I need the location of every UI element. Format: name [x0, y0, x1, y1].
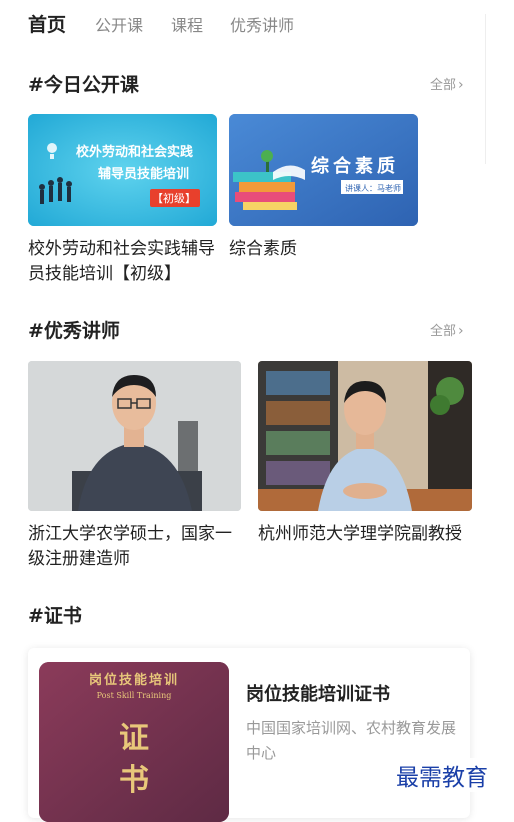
- certificate-cover-art: 岗位技能培训 Post Skill Training 证 书: [39, 662, 229, 822]
- teacher-photo-1[interactable]: [28, 361, 241, 511]
- thumb-badge: 【初级】: [152, 191, 196, 205]
- cover-char2: 书: [119, 763, 149, 798]
- section-title-teachers: #优秀讲师: [28, 320, 120, 342]
- thumb-lecturer: 讲课人：马老师: [345, 183, 401, 193]
- teacher-portrait-illustration: [258, 361, 472, 511]
- watermark-logo: 最需教育: [392, 758, 492, 792]
- thumb-title: 综合素质: [311, 155, 399, 177]
- more-label: 全部: [430, 78, 457, 93]
- certificate-cover: 岗位技能培训 Post Skill Training 证 书: [39, 662, 229, 822]
- certificate-card[interactable]: 岗位技能培训 Post Skill Training 证 书 岗位技能培训证书 …: [28, 648, 470, 822]
- open-courses-more-link[interactable]: 全部 ›: [430, 74, 464, 93]
- chevron-right-icon: ›: [458, 77, 464, 93]
- thumb-line2: 辅导员技能培训: [98, 166, 189, 182]
- tab-open-courses[interactable]: 公开课: [95, 12, 143, 36]
- divider: [485, 14, 486, 164]
- tab-home[interactable]: 首页: [28, 10, 66, 37]
- teacher-desc-2[interactable]: 杭州师范大学理学院副教授: [258, 522, 473, 547]
- more-label: 全部: [430, 324, 457, 339]
- course-thumbnail-practice[interactable]: 校外劳动和社会实践 辅导员技能培训 【初级】: [28, 114, 217, 226]
- section-title-certificates: #证书: [28, 605, 82, 627]
- teacher-portrait-illustration: [28, 361, 241, 511]
- tab-courses[interactable]: 课程: [171, 12, 203, 36]
- certificate-name: 岗位技能培训证书: [246, 684, 390, 705]
- course-thumbnail-art: 综合素质 讲课人：马老师: [229, 114, 418, 226]
- cover-title: 岗位技能培训: [89, 672, 179, 688]
- teacher-desc-1[interactable]: 浙江大学农学硕士，国家一级注册建造师: [28, 522, 243, 572]
- section-title-open-courses: #今日公开课: [28, 74, 139, 96]
- tab-teachers[interactable]: 优秀讲师: [230, 12, 294, 36]
- course-thumbnail-art: 校外劳动和社会实践 辅导员技能培训 【初级】: [28, 114, 217, 226]
- course-thumbnail-quality[interactable]: 综合素质 讲课人：马老师: [229, 114, 418, 226]
- teacher-photo-2[interactable]: [258, 361, 472, 511]
- cover-subtitle: Post Skill Training: [97, 691, 172, 700]
- thumb-line1: 校外劳动和社会实践: [76, 144, 193, 160]
- chevron-right-icon: ›: [458, 323, 464, 339]
- course-title-practice[interactable]: 校外劳动和社会实践辅导员技能培训【初级】: [28, 237, 223, 287]
- cover-char1: 证: [119, 721, 149, 756]
- top-tab-bar: 首页 公开课 课程 优秀讲师: [0, 0, 514, 46]
- course-title-quality[interactable]: 综合素质: [229, 237, 419, 262]
- teachers-more-link[interactable]: 全部 ›: [430, 320, 464, 339]
